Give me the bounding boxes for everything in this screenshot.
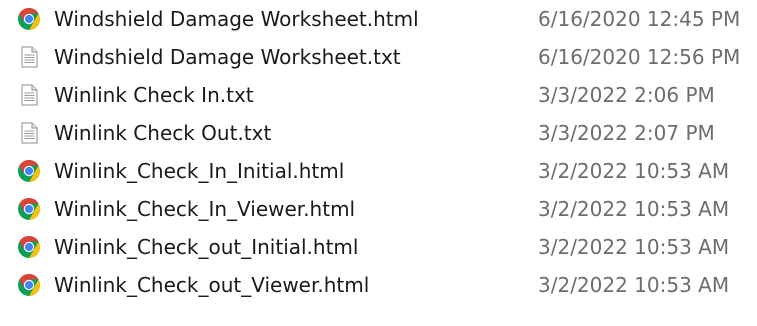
text-file-icon (17, 121, 41, 145)
file-row[interactable]: Winlink Check In.txt 3/3/2022 2:06 PM (0, 76, 757, 114)
text-file-icon (17, 45, 41, 69)
file-date-modified: 3/2/2022 10:53 AM (538, 159, 730, 183)
file-date-modified: 3/2/2022 10:53 AM (538, 235, 730, 259)
file-name: Winlink_Check_out_Initial.html (54, 235, 359, 259)
file-name: Windshield Damage Worksheet.html (54, 7, 419, 31)
file-date-modified: 6/16/2020 12:45 PM (538, 7, 741, 31)
file-row[interactable]: Winlink Check Out.txt 3/3/2022 2:07 PM (0, 114, 757, 152)
file-name: Winlink Check Out.txt (54, 121, 272, 145)
file-date-modified: 3/3/2022 2:07 PM (538, 121, 715, 145)
file-list: Windshield Damage Worksheet.html 6/16/20… (0, 0, 757, 326)
file-name: Winlink_Check_In_Initial.html (54, 159, 345, 183)
chrome-html-file-icon (17, 7, 41, 31)
file-row[interactable]: Windshield Damage Worksheet.html 6/16/20… (0, 0, 757, 38)
file-name: Winlink Check In.txt (54, 83, 254, 107)
chrome-html-file-icon (17, 159, 41, 183)
file-date-modified: 3/3/2022 2:06 PM (538, 83, 715, 107)
file-name: Winlink_Check_out_Viewer.html (54, 273, 370, 297)
chrome-html-file-icon (17, 235, 41, 259)
text-file-icon (17, 83, 41, 107)
chrome-html-file-icon (17, 197, 41, 221)
file-name: Windshield Damage Worksheet.txt (54, 45, 401, 69)
file-date-modified: 3/2/2022 10:53 AM (538, 197, 730, 221)
file-date-modified: 3/2/2022 10:53 AM (538, 273, 730, 297)
chrome-html-file-icon (17, 273, 41, 297)
file-date-modified: 6/16/2020 12:56 PM (538, 45, 741, 69)
file-row[interactable]: Winlink_Check_In_Initial.html 3/2/2022 1… (0, 152, 757, 190)
file-row[interactable]: Windshield Damage Worksheet.txt 6/16/202… (0, 38, 757, 76)
file-row[interactable]: Winlink_Check_In_Viewer.html 3/2/2022 10… (0, 190, 757, 228)
file-row[interactable]: Winlink_Check_out_Initial.html 3/2/2022 … (0, 228, 757, 266)
file-name: Winlink_Check_In_Viewer.html (54, 197, 356, 221)
file-row[interactable]: Winlink_Check_out_Viewer.html 3/2/2022 1… (0, 266, 757, 304)
